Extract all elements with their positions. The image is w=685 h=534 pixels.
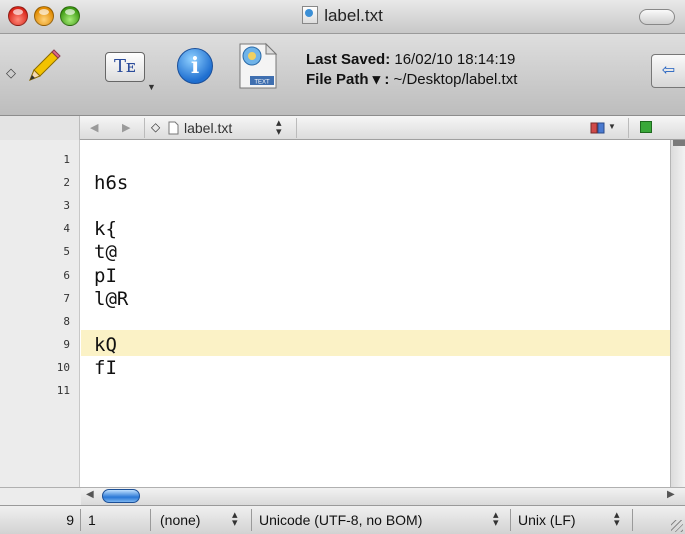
text-format-button[interactable]: Tᴇ bbox=[105, 52, 145, 82]
editor-line-text[interactable]: l@R bbox=[94, 288, 128, 310]
line-number: 9 bbox=[63, 338, 70, 351]
gutter-scroll-spacer bbox=[0, 487, 81, 505]
encoding-stepper-icon[interactable]: ▴ ▾ bbox=[493, 510, 499, 529]
status-divider bbox=[150, 509, 151, 531]
pencil-icon[interactable] bbox=[22, 46, 62, 86]
line-number-gutter bbox=[0, 140, 80, 487]
resize-grip-icon[interactable] bbox=[671, 520, 683, 532]
status-divider bbox=[251, 509, 252, 531]
next-document-icon[interactable]: ▶ bbox=[122, 121, 130, 134]
line-number: 6 bbox=[63, 269, 70, 282]
line-number: 4 bbox=[63, 222, 70, 235]
toolbar-toggle-button[interactable] bbox=[639, 9, 675, 25]
editor-line-text[interactable]: t@ bbox=[94, 241, 117, 263]
nav-divider bbox=[296, 118, 297, 138]
navigation-bar: ◀ ▶ ◇ label.txt ▴ ▾ ▼ bbox=[0, 116, 685, 140]
vertical-scrollbar[interactable] bbox=[670, 140, 685, 487]
line-number: 11 bbox=[56, 384, 70, 397]
editor-line-text[interactable]: h6s bbox=[94, 172, 128, 194]
diamond-icon[interactable]: ◇ bbox=[6, 65, 16, 81]
status-divider bbox=[80, 509, 81, 531]
chevron-down-icon[interactable]: ▼ bbox=[608, 122, 616, 131]
file-menu-stepper-icon[interactable]: ▴ ▾ bbox=[276, 118, 282, 138]
editor-line-text[interactable]: k{ bbox=[94, 218, 117, 240]
file-icon-badge: TEXT bbox=[254, 80, 270, 86]
line-endings-stepper-icon[interactable]: ▴ ▾ bbox=[614, 510, 620, 529]
document-icon bbox=[168, 121, 179, 135]
nav-divider bbox=[144, 118, 145, 138]
diamond-small-icon[interactable]: ◇ bbox=[151, 120, 160, 134]
current-line-highlight bbox=[81, 330, 670, 356]
status-divider bbox=[632, 509, 633, 531]
nav-gutter bbox=[0, 116, 80, 140]
last-saved-value: 16/02/10 18:14:19 bbox=[394, 51, 516, 68]
title-bar: label.txt bbox=[0, 0, 685, 34]
line-number: 8 bbox=[63, 315, 70, 328]
horizontal-scrollbar[interactable] bbox=[81, 487, 685, 505]
scroll-left-arrow-icon[interactable]: ◀ bbox=[86, 489, 94, 500]
status-divider bbox=[510, 509, 511, 531]
last-saved-label: Last Saved: bbox=[306, 51, 391, 68]
window-title-text: label.txt bbox=[324, 6, 383, 25]
save-info: Last Saved: 16/02/10 18:14:19 File Path … bbox=[306, 50, 517, 90]
split-view-icon[interactable] bbox=[640, 121, 652, 133]
line-number: 3 bbox=[63, 199, 70, 212]
toolbar: ◇ Tᴇ ▼ i TEXT Last Saved: 16/02/10 18:14… bbox=[0, 34, 685, 116]
document-proxy-icon[interactable] bbox=[302, 6, 319, 24]
line-number: 10 bbox=[56, 361, 70, 374]
horizontal-scroll-thumb[interactable] bbox=[102, 489, 140, 503]
syntax-mode-select[interactable]: (none) bbox=[160, 512, 200, 528]
back-arrow-icon[interactable]: ⇦ bbox=[651, 54, 685, 88]
editor-line-text[interactable]: kQ bbox=[94, 334, 117, 356]
split-handle[interactable] bbox=[673, 140, 685, 146]
scroll-right-arrow-icon[interactable]: ▶ bbox=[667, 489, 675, 500]
window-title: label.txt bbox=[0, 6, 685, 26]
nav-divider bbox=[628, 118, 629, 138]
previous-document-icon[interactable]: ◀ bbox=[90, 121, 98, 134]
line-number: 7 bbox=[63, 292, 70, 305]
editor-line-text[interactable]: fI bbox=[94, 357, 117, 379]
status-column-number[interactable]: 1 bbox=[88, 512, 96, 528]
text-file-icon[interactable]: TEXT bbox=[236, 42, 280, 90]
status-bar: 9 1 (none) ▴ ▾ Unicode (UTF-8, no BOM) ▴ ▾… bbox=[0, 505, 685, 534]
chevron-down-icon[interactable]: ▼ bbox=[147, 82, 156, 92]
line-number: 1 bbox=[63, 153, 70, 166]
line-number: 2 bbox=[63, 176, 70, 189]
line-endings-select[interactable]: Unix (LF) bbox=[518, 512, 576, 528]
syntax-stepper-icon[interactable]: ▴ ▾ bbox=[232, 510, 238, 529]
line-number: 5 bbox=[63, 245, 70, 258]
status-line-number[interactable]: 9 bbox=[58, 512, 74, 528]
file-path-label[interactable]: File Path ▾ : bbox=[306, 71, 389, 88]
text-editor[interactable] bbox=[81, 140, 670, 487]
bookmark-icon[interactable] bbox=[590, 121, 606, 135]
nav-filename[interactable]: label.txt bbox=[184, 120, 232, 136]
info-icon[interactable]: i bbox=[177, 48, 213, 84]
encoding-select[interactable]: Unicode (UTF-8, no BOM) bbox=[259, 512, 422, 528]
editor-line-text[interactable]: pI bbox=[94, 265, 117, 287]
file-path-value: ~/Desktop/label.txt bbox=[393, 71, 518, 88]
